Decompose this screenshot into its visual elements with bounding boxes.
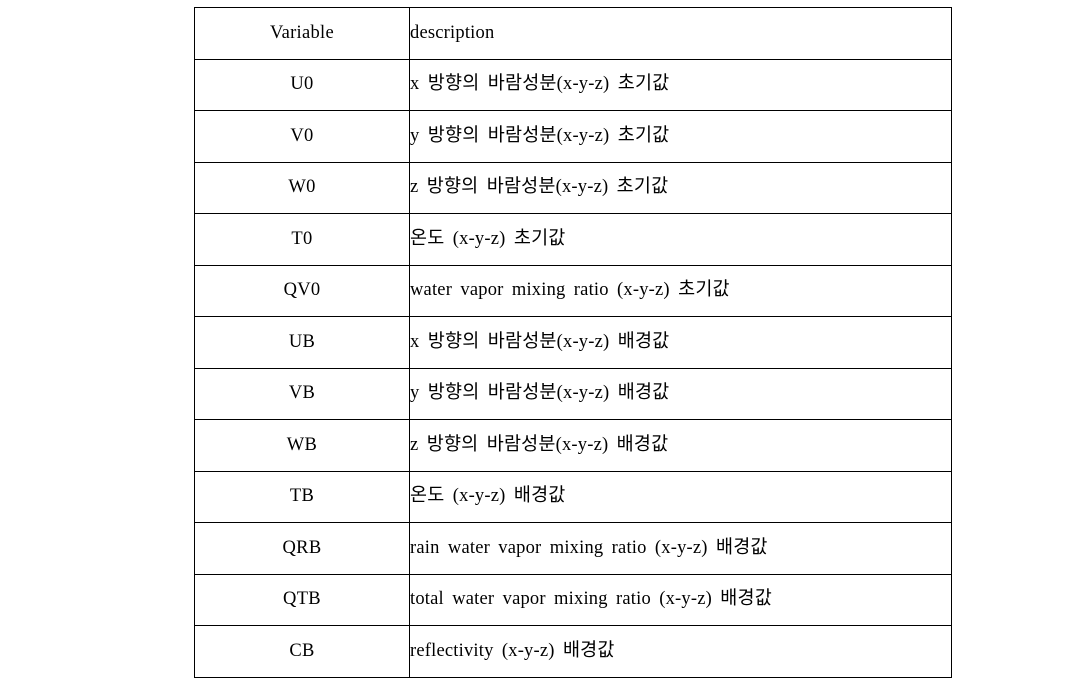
column-header-description: description: [409, 7, 952, 60]
column-header-variable: Variable: [194, 7, 410, 60]
page-root: Variable description U0 x 방향의 바람성분(x-y-z)…: [0, 0, 1078, 678]
cell-variable-name: W0: [194, 161, 410, 214]
description-text: rain water vapor mixing ratio (x-y-z) 배경…: [410, 537, 768, 558]
table-header: Variable description: [194, 7, 952, 60]
table-row: QTB total water vapor mixing ratio (x-y-z…: [194, 573, 952, 626]
cell-variable-name: UB: [194, 316, 410, 369]
description-text: z 방향의 바람성분(x-y-z) 초기값: [410, 177, 669, 198]
cell-variable-description: y 방향의 바람성분(x-y-z) 초기값: [409, 110, 952, 163]
table-row: U0 x 방향의 바람성분(x-y-z) 초기값: [194, 58, 952, 111]
description-text: water vapor mixing ratio (x-y-z) 초기값: [410, 280, 730, 301]
cell-variable-name: TB: [194, 470, 410, 523]
cell-variable-description: rain water vapor mixing ratio (x-y-z) 배경…: [409, 522, 952, 575]
cell-variable-description: x 방향의 바람성분(x-y-z) 배경값: [409, 316, 952, 369]
description-text: x 방향의 바람성분(x-y-z) 초기값: [410, 74, 670, 95]
cell-variable-description: 온도 (x-y-z) 배경값: [409, 470, 952, 523]
table-row: VB y 방향의 바람성분(x-y-z) 배경값: [194, 367, 952, 420]
table-body: U0 x 방향의 바람성분(x-y-z) 초기값 V0 y 방향의 바람성분(x-y-…: [194, 58, 952, 678]
cell-variable-description: water vapor mixing ratio (x-y-z) 초기값: [409, 264, 952, 317]
description-text: z 방향의 바람성분(x-y-z) 배경값: [410, 434, 669, 455]
cell-variable-name: VB: [194, 367, 410, 420]
table-row: QRB rain water vapor mixing ratio (x-y-z)…: [194, 522, 952, 575]
cell-variable-description: 온도 (x-y-z) 초기값: [409, 213, 952, 266]
cell-variable-description: total water vapor mixing ratio (x-y-z) 배…: [409, 573, 952, 626]
description-text: 온도 (x-y-z) 초기값: [410, 228, 566, 249]
cell-variable-description: x 방향의 바람성분(x-y-z) 초기값: [409, 58, 952, 111]
cell-variable-name: QRB: [194, 522, 410, 575]
table-row: V0 y 방향의 바람성분(x-y-z) 초기값: [194, 110, 952, 163]
table-header-row: Variable description: [194, 7, 952, 60]
table-row: CB reflectivity (x-y-z) 배경값: [194, 625, 952, 678]
description-text: x 방향의 바람성분(x-y-z) 배경값: [410, 331, 670, 352]
cell-variable-description: y 방향의 바람성분(x-y-z) 배경값: [409, 367, 952, 420]
cell-variable-name: QTB: [194, 573, 410, 626]
cell-variable-description: reflectivity (x-y-z) 배경값: [409, 625, 952, 678]
variable-description-table: Variable description U0 x 방향의 바람성분(x-y-z)…: [194, 7, 952, 678]
cell-variable-name: V0: [194, 110, 410, 163]
cell-variable-description: z 방향의 바람성분(x-y-z) 배경값: [409, 419, 952, 472]
cell-variable-name: QV0: [194, 264, 410, 317]
table-row: WB z 방향의 바람성분(x-y-z) 배경값: [194, 419, 952, 472]
description-text: total water vapor mixing ratio (x-y-z) 배…: [410, 589, 772, 610]
table-row: TB 온도 (x-y-z) 배경값: [194, 470, 952, 523]
table-row: T0 온도 (x-y-z) 초기값: [194, 213, 952, 266]
cell-variable-name: T0: [194, 213, 410, 266]
cell-variable-name: WB: [194, 419, 410, 472]
description-text: y 방향의 바람성분(x-y-z) 배경값: [410, 383, 670, 404]
description-text: y 방향의 바람성분(x-y-z) 초기값: [410, 125, 670, 146]
table-row: W0 z 방향의 바람성분(x-y-z) 초기값: [194, 161, 952, 214]
description-text: 온도 (x-y-z) 배경값: [410, 486, 566, 507]
description-text: reflectivity (x-y-z) 배경값: [410, 640, 615, 661]
table-row: UB x 방향의 바람성분(x-y-z) 배경값: [194, 316, 952, 369]
table-row: QV0 water vapor mixing ratio (x-y-z) 초기값: [194, 264, 952, 317]
cell-variable-description: z 방향의 바람성분(x-y-z) 초기값: [409, 161, 952, 214]
cell-variable-name: U0: [194, 58, 410, 111]
cell-variable-name: CB: [194, 625, 410, 678]
